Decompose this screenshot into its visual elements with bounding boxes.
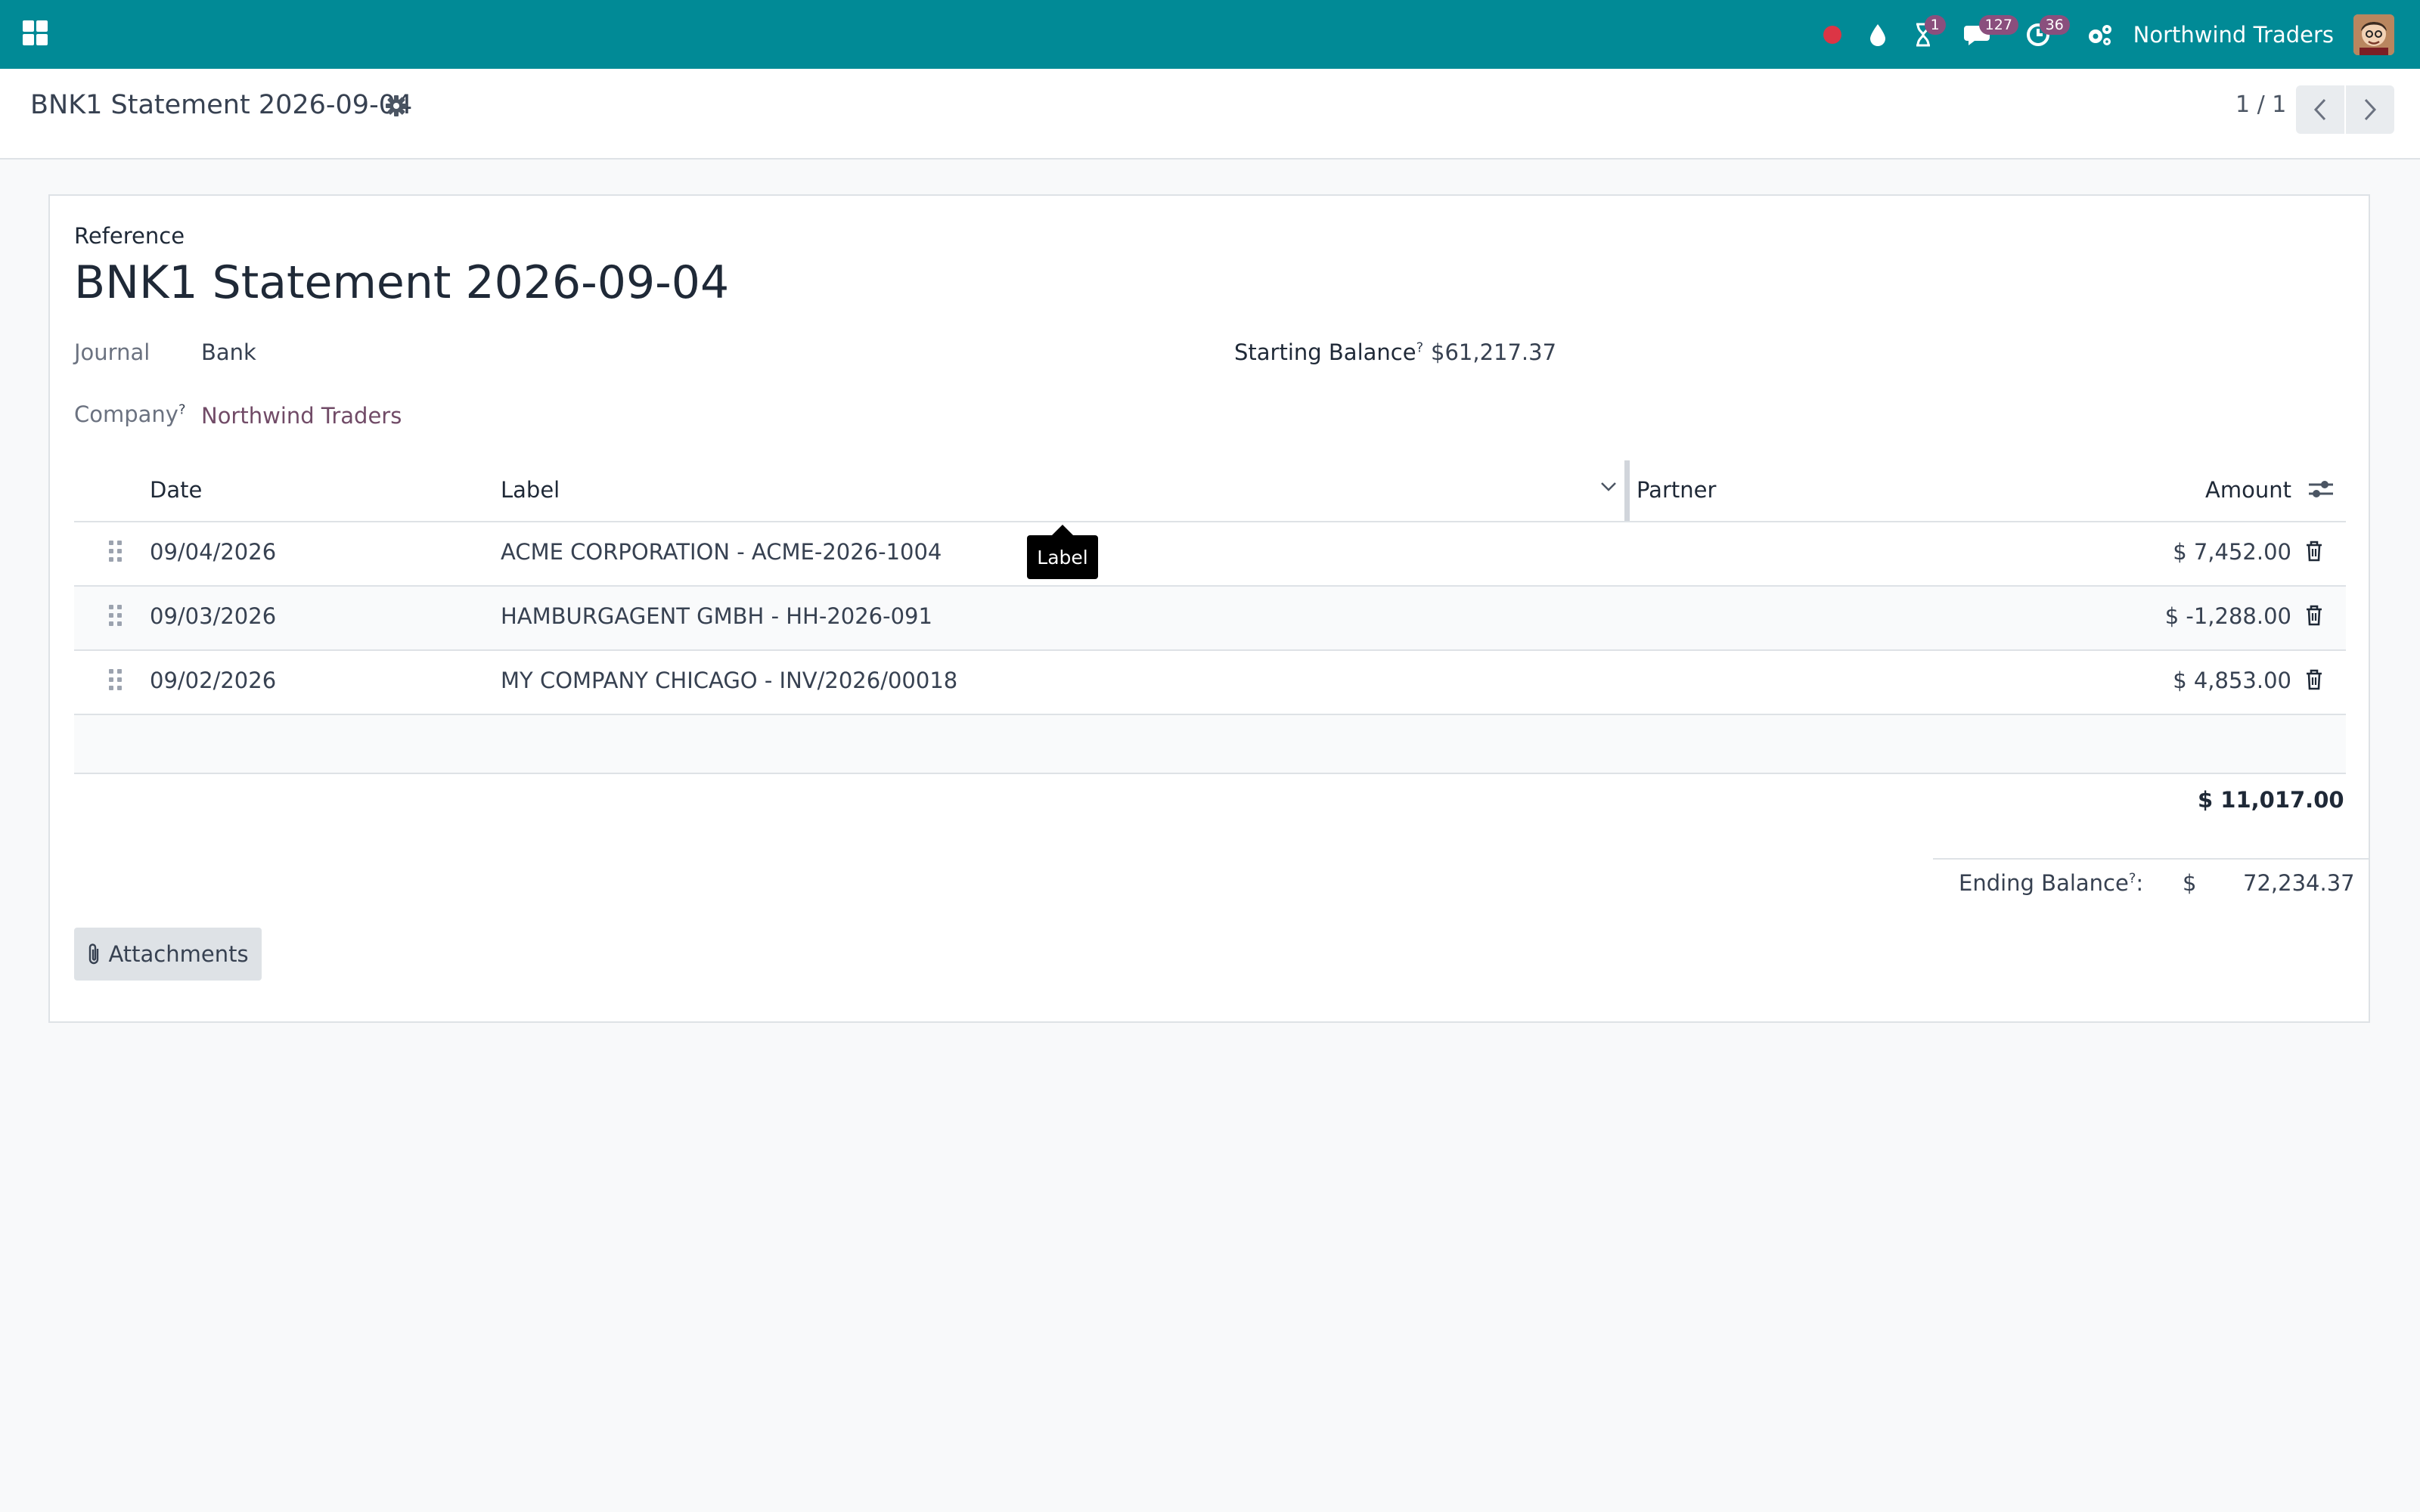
drag-handle-icon[interactable] [109, 541, 124, 563]
activities-badge: 1 [1924, 14, 1946, 35]
optional-columns-toggle-icon[interactable] [2308, 479, 2334, 503]
lines-total: $ 11,017.00 [2198, 787, 2344, 813]
chevron-left-icon [2313, 98, 2326, 121]
add-line-row[interactable] [74, 715, 2346, 774]
user-avatar[interactable] [2353, 14, 2394, 55]
column-header-partner[interactable]: Partner [1637, 477, 1716, 503]
table-row[interactable]: 09/04/2026 ACME CORPORATION - ACME-2026-… [74, 522, 2346, 587]
pager-value[interactable]: 1 / 1 [2235, 91, 2286, 118]
drag-handle-icon[interactable] [109, 605, 124, 627]
apps-menu-icon[interactable] [23, 20, 50, 48]
ending-balance-divider [1933, 858, 2370, 860]
delete-row-trash-icon[interactable] [2305, 541, 2323, 565]
ending-balance-label: Ending Balance?: [1959, 870, 2143, 896]
starting-balance-label: Starting Balance? [1234, 339, 1423, 365]
company-label: Company? [74, 401, 186, 427]
starting-balance-field[interactable]: $61,217.37 [1431, 339, 1556, 365]
starting-balance-label-text: Starting Balance [1234, 339, 1416, 365]
row-label[interactable]: HAMBURGAGENT GMBH - HH-2026-091 [501, 603, 932, 629]
ending-balance-help-marker[interactable]: ? [2129, 870, 2136, 886]
row-amount[interactable]: $ 7,452.00 [2173, 539, 2291, 565]
row-date[interactable]: 09/03/2026 [150, 603, 276, 629]
company-help-marker[interactable]: ? [178, 401, 186, 417]
timesheets-badge: 36 [2039, 14, 2070, 35]
column-resize-handle[interactable] [1624, 460, 1630, 521]
pager-next-button[interactable] [2346, 85, 2394, 134]
record-actions-gear-icon[interactable] [386, 95, 407, 119]
record-icon[interactable] [1817, 12, 1848, 57]
ending-balance-label-text: Ending Balance [1959, 870, 2129, 896]
reference-field[interactable]: BNK1 Statement 2026-09-04 [74, 256, 729, 309]
pager-previous-button[interactable] [2296, 85, 2344, 134]
breadcrumb-title: BNK1 Statement 2026-09-04 [30, 90, 413, 120]
journal-label: Journal [74, 339, 150, 365]
chevron-down-icon[interactable] [1600, 479, 1617, 498]
paperclip-icon [89, 943, 99, 965]
row-label[interactable]: ACME CORPORATION - ACME-2026-1004 [501, 539, 942, 565]
row-amount[interactable]: $ -1,288.00 [2165, 603, 2291, 629]
settings-gears-icon[interactable] [2085, 12, 2115, 57]
messages-chat-icon[interactable]: 127 [1962, 12, 2018, 57]
drag-handle-icon[interactable] [109, 669, 124, 692]
row-amount[interactable]: $ 4,853.00 [2173, 668, 2291, 693]
form-sheet: Reference BNK1 Statement 2026-09-04 Jour… [48, 194, 2370, 1023]
column-header-date[interactable]: Date [150, 477, 202, 503]
ending-balance-colon: : [2136, 870, 2144, 896]
ending-balance-currency: $ [2183, 870, 2197, 896]
delete-row-trash-icon[interactable] [2305, 605, 2323, 629]
top-navbar: 1 127 36 Northwind Traders [0, 0, 2420, 69]
company-switcher[interactable]: Northwind Traders [2133, 22, 2334, 48]
attachments-button[interactable]: Attachments [74, 928, 262, 981]
attachments-label: Attachments [108, 941, 249, 967]
column-header-label[interactable]: Label [501, 477, 560, 503]
systray: 1 127 36 Northwind Traders [1810, 0, 2420, 69]
company-label-text: Company [74, 401, 178, 427]
timesheet-clock-icon[interactable]: 36 [2023, 12, 2070, 57]
reference-label: Reference [74, 223, 185, 249]
control-panel: BNK1 Statement 2026-09-04 1 / 1 [0, 69, 2420, 160]
table-row[interactable]: 09/02/2026 MY COMPANY CHICAGO - INV/2026… [74, 651, 2346, 715]
row-date[interactable]: 09/02/2026 [150, 668, 276, 693]
row-label[interactable]: MY COMPANY CHICAGO - INV/2026/00018 [501, 668, 957, 693]
column-tooltip: Label [1027, 525, 1098, 579]
activities-hourglass-icon[interactable]: 1 [1908, 12, 1946, 57]
statement-lines-table: Date Label Partner Amount 09/04/2026 ACM… [74, 459, 2346, 774]
row-date[interactable]: 09/04/2026 [150, 539, 276, 565]
column-header-amount[interactable]: Amount [2205, 477, 2291, 503]
ending-balance-field[interactable]: 72,234.37 [2243, 870, 2355, 896]
delete-row-trash-icon[interactable] [2305, 669, 2323, 693]
messages-badge: 127 [1978, 14, 2018, 35]
table-header: Date Label Partner Amount [74, 459, 2346, 522]
water-drop-icon[interactable] [1863, 12, 1893, 57]
journal-field[interactable]: Bank [201, 339, 256, 365]
chevron-right-icon [2364, 98, 2377, 121]
table-row[interactable]: 09/03/2026 HAMBURGAGENT GMBH - HH-2026-0… [74, 587, 2346, 651]
starting-balance-help-marker[interactable]: ? [1416, 339, 1424, 355]
company-field[interactable]: Northwind Traders [201, 403, 402, 429]
